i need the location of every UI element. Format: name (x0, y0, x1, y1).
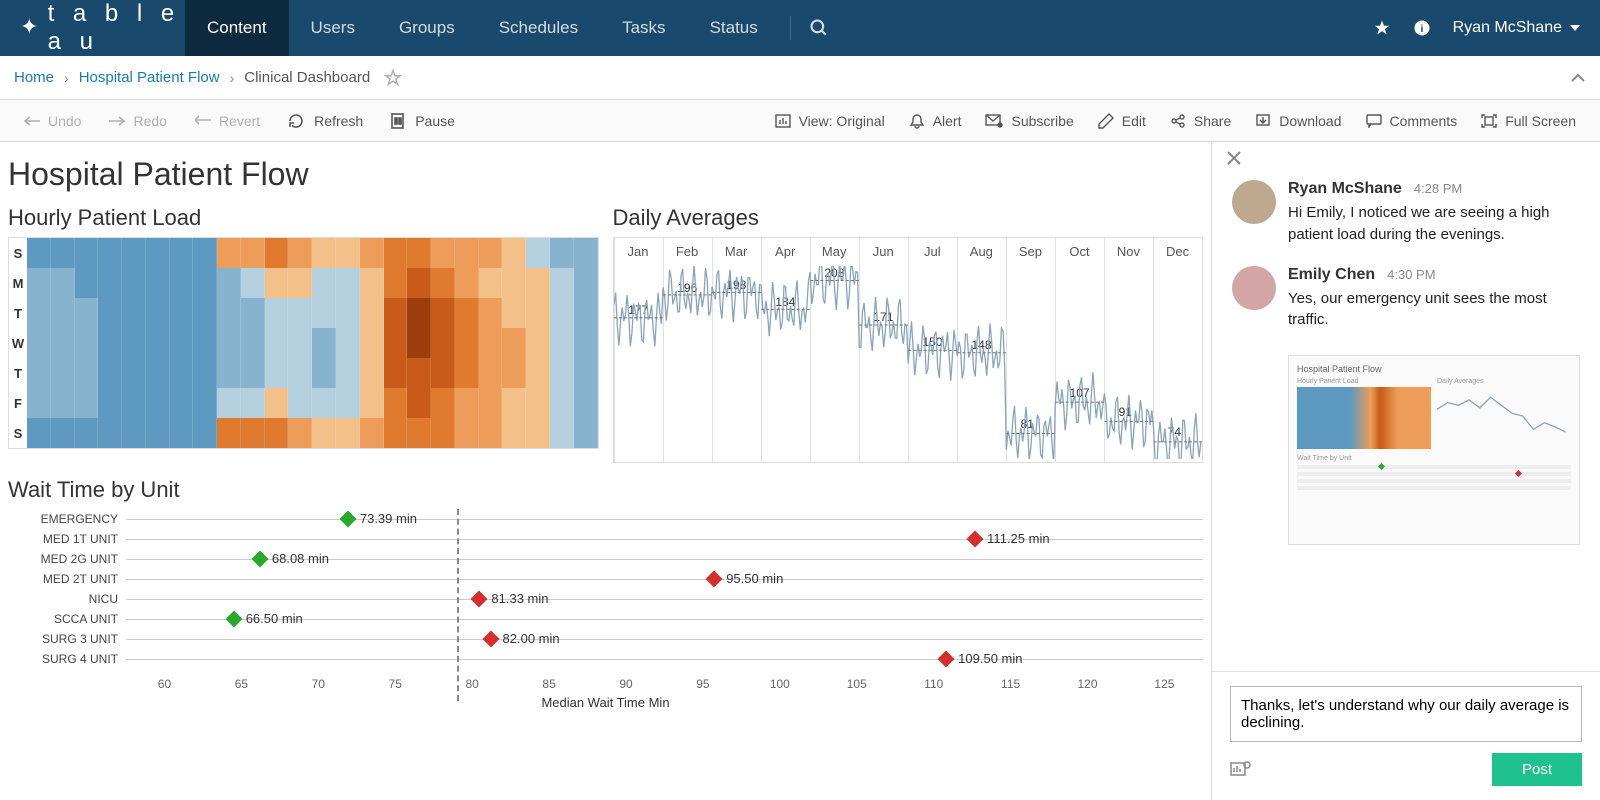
fullscreen-icon (1481, 114, 1497, 128)
comments-button[interactable]: Comments (1356, 109, 1468, 133)
avatar (1232, 180, 1276, 224)
mail-icon (985, 114, 1003, 128)
search-icon[interactable] (809, 18, 829, 38)
nav-schedules[interactable]: Schedules (477, 0, 600, 56)
logo[interactable]: t a b l e a u (0, 0, 185, 56)
breadcrumb-sep: › (230, 70, 235, 86)
nav-right: i Ryan McShane (1373, 19, 1600, 37)
post-button[interactable]: Post (1492, 753, 1582, 786)
comment-item: Emily Chen 4:30 PM Yes, our emergency un… (1212, 260, 1600, 346)
revert-icon (195, 114, 211, 128)
refresh-button[interactable]: Refresh (278, 109, 373, 133)
line-title: Daily Averages (613, 205, 1204, 231)
redo-icon (109, 115, 125, 127)
chevron-down-icon (1570, 25, 1580, 31)
comment-item: Ryan McShane 4:28 PM Hi Emily, I noticed… (1212, 174, 1600, 260)
comment-input-area: Post (1212, 671, 1600, 800)
collapse-icon[interactable] (1570, 73, 1586, 83)
line-panel: Daily Averages JanFebMarAprMayJunJulAugS… (613, 205, 1204, 463)
comments-panel: Ryan McShane 4:28 PM Hi Emily, I noticed… (1211, 142, 1600, 800)
comment-author: Ryan McShane (1288, 180, 1402, 198)
line-chart[interactable]: JanFebMarAprMayJunJulAugSepOctNovDec1771… (613, 237, 1204, 463)
wait-title: Wait Time by Unit (8, 477, 1203, 503)
tableau-logo-icon (18, 14, 38, 42)
snapshot-thumbnail[interactable]: Hospital Patient Flow Hourly Patient Loa… (1288, 355, 1580, 545)
toolbar-right: View: Original Alert Subscribe Edit Shar… (765, 109, 1586, 133)
nav-groups[interactable]: Groups (377, 0, 477, 56)
pencil-icon (1098, 113, 1114, 129)
nav-users[interactable]: Users (289, 0, 377, 56)
alert-button[interactable]: Alert (899, 109, 972, 133)
pause-icon (391, 113, 407, 129)
nav-status[interactable]: Status (688, 0, 780, 56)
comment-text: Hi Emily, I noticed we are seeing a high… (1288, 202, 1580, 246)
user-menu[interactable]: Ryan McShane (1453, 19, 1580, 37)
share-icon (1170, 113, 1186, 129)
revert-button[interactable]: Revert (185, 109, 270, 133)
breadcrumb-home[interactable]: Home (14, 69, 54, 86)
breadcrumb-current: Clinical Dashboard (244, 69, 370, 86)
view-button[interactable]: View: Original (765, 109, 895, 133)
pause-button[interactable]: Pause (381, 109, 465, 133)
comment-text: Yes, our emergency unit sees the most tr… (1288, 288, 1580, 332)
info-icon[interactable]: i (1413, 19, 1431, 37)
dashboard: Hospital Patient Flow Hourly Patient Loa… (0, 142, 1211, 800)
heatmap-panel: Hourly Patient Load SMTWTFS (8, 205, 599, 463)
favorite-star-icon[interactable] (384, 69, 402, 87)
close-comments-button[interactable] (1212, 142, 1600, 174)
fullscreen-button[interactable]: Full Screen (1471, 109, 1586, 133)
close-icon (1226, 150, 1242, 166)
chart-row-top: Hourly Patient Load SMTWTFS Daily Averag… (8, 205, 1203, 463)
top-nav: t a b l e a u Content Users Groups Sched… (0, 0, 1600, 56)
comment-input[interactable] (1230, 686, 1582, 742)
username-text: Ryan McShane (1453, 19, 1562, 37)
breadcrumb-project[interactable]: Hospital Patient Flow (79, 69, 220, 86)
redo-button[interactable]: Redo (99, 109, 176, 133)
refresh-icon (288, 113, 306, 129)
download-icon (1255, 113, 1271, 129)
comment-time: 4:30 PM (1387, 267, 1435, 282)
edit-button[interactable]: Edit (1088, 109, 1156, 133)
comment-icon (1366, 114, 1382, 128)
breadcrumb-sep: › (64, 70, 69, 86)
undo-icon (24, 115, 40, 127)
download-button[interactable]: Download (1245, 109, 1351, 133)
dashboard-title: Hospital Patient Flow (8, 156, 1203, 193)
heatmap-chart[interactable]: SMTWTFS (8, 237, 599, 449)
subscribe-button[interactable]: Subscribe (975, 109, 1083, 133)
wait-panel: Wait Time by Unit EMERGENCY73.39 minMED … (8, 477, 1203, 729)
attach-snapshot-icon[interactable] (1230, 760, 1252, 780)
nav-content[interactable]: Content (185, 0, 289, 56)
star-icon[interactable] (1373, 19, 1391, 37)
comment-time: 4:28 PM (1414, 181, 1462, 196)
heatmap-title: Hourly Patient Load (8, 205, 599, 231)
avatar (1232, 266, 1276, 310)
comment-author: Emily Chen (1288, 266, 1375, 284)
breadcrumb: Home › Hospital Patient Flow › Clinical … (0, 56, 1600, 100)
svg-text:i: i (1420, 23, 1423, 35)
brand-text: t a b l e a u (48, 0, 185, 56)
share-button[interactable]: Share (1160, 109, 1241, 133)
toolbar: Undo Redo Revert Refresh Pause View: Ori… (0, 100, 1600, 142)
bell-icon (909, 113, 925, 129)
nav-divider (790, 16, 791, 40)
wait-chart[interactable]: EMERGENCY73.39 minMED 1T UNIT111.25 minM… (8, 509, 1203, 729)
content-area: Hospital Patient Flow Hourly Patient Loa… (0, 142, 1600, 800)
nav-tasks[interactable]: Tasks (600, 0, 687, 56)
undo-button[interactable]: Undo (14, 109, 91, 133)
view-icon (775, 114, 791, 128)
